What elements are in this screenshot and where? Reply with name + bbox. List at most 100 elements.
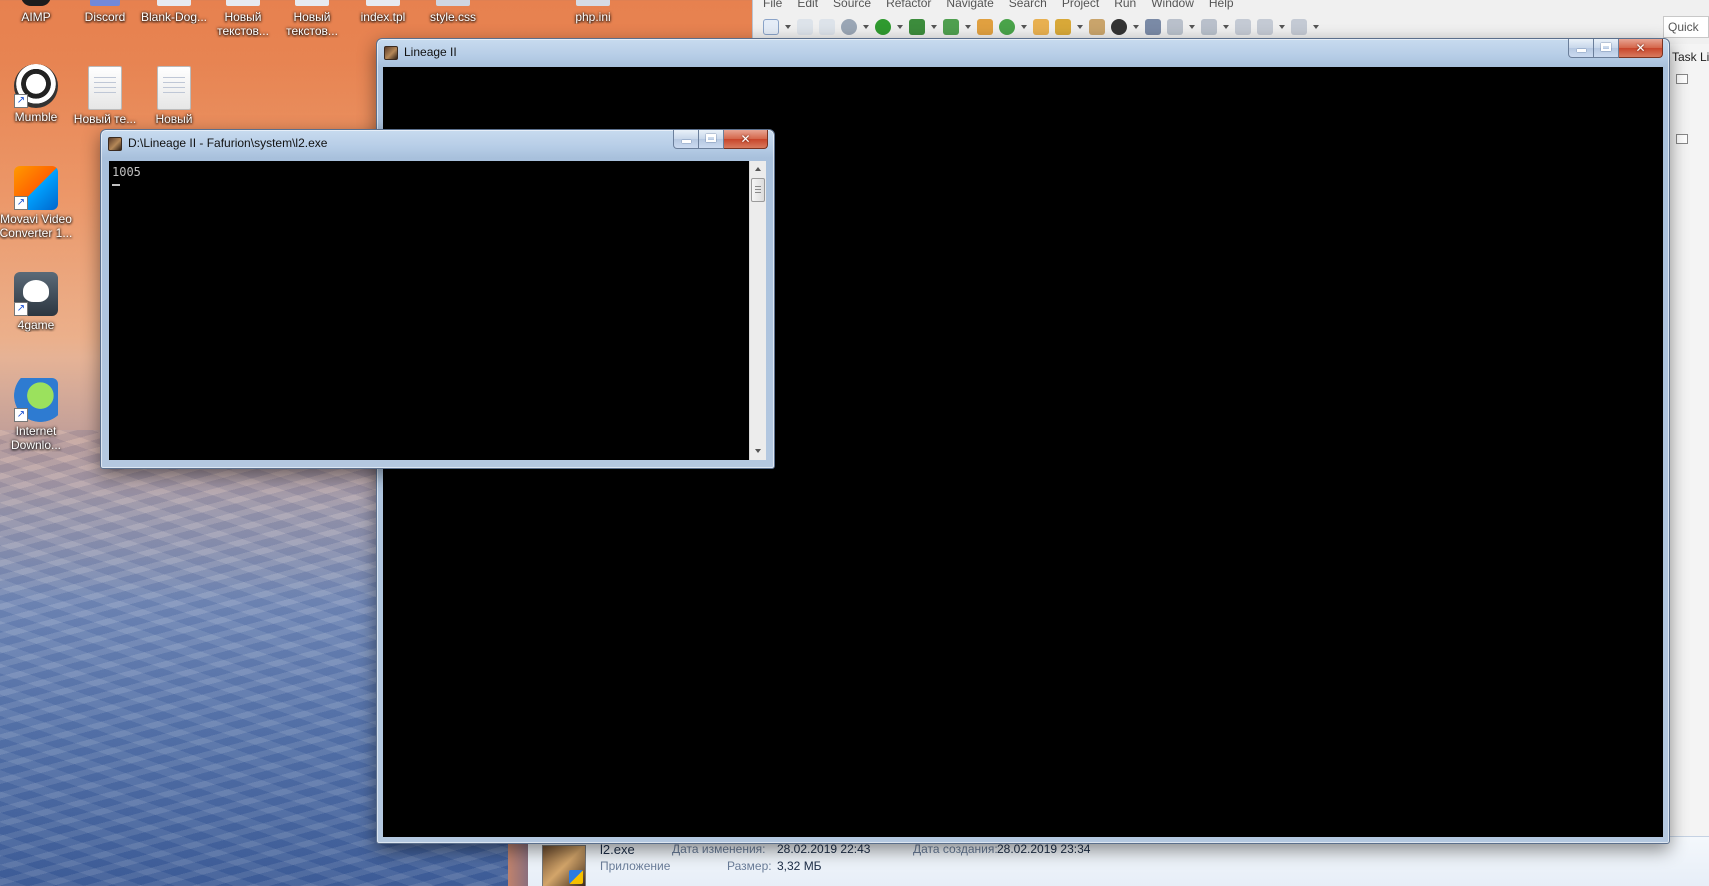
- open-folder-icon[interactable]: [1033, 19, 1049, 35]
- dropdown-icon[interactable]: [1189, 19, 1195, 35]
- menu-project[interactable]: Project: [1062, 0, 1099, 14]
- refresh-icon[interactable]: [999, 19, 1015, 35]
- console-minimize-button[interactable]: [673, 130, 699, 149]
- css-file-icon: [436, 0, 470, 6]
- menu-source[interactable]: Source: [833, 0, 871, 14]
- menu-run[interactable]: Run: [1114, 0, 1136, 14]
- forward-icon[interactable]: [1291, 19, 1307, 35]
- text-file-icon: [88, 66, 122, 110]
- lineage-close-button[interactable]: ✕: [1619, 39, 1663, 58]
- desktop-icon-new-text-2[interactable]: Новый текстов...: [274, 0, 350, 38]
- minimize-view-icon[interactable]: [1676, 74, 1688, 84]
- minimize-icon: [682, 140, 691, 143]
- run-icon[interactable]: [875, 19, 891, 35]
- desktop-icon-blank-dog[interactable]: Blank-Dog...: [136, 0, 212, 24]
- lineage-maximize-button[interactable]: [1594, 39, 1619, 58]
- desktop-icon-label: Discord: [84, 10, 126, 24]
- save-icon[interactable]: [797, 19, 813, 35]
- pin-icon[interactable]: [1145, 19, 1161, 35]
- dropdown-icon[interactable]: [1223, 19, 1229, 35]
- lineage-titlebar[interactable]: Lineage II ✕: [377, 39, 1669, 67]
- desktop-icon-internet-download[interactable]: ↗ Internet Downlo...: [0, 378, 74, 452]
- lineage-minimize-button[interactable]: [1568, 39, 1594, 58]
- console-close-button[interactable]: ✕: [724, 130, 768, 149]
- internet-download-manager-icon: ↗: [14, 378, 58, 422]
- desktop-icon-new-text-3[interactable]: Новый те...: [67, 66, 143, 126]
- desktop-icon-label: Internet Downlo...: [10, 424, 62, 452]
- next-annotation-icon[interactable]: [1201, 19, 1217, 35]
- save-all-icon[interactable]: [819, 19, 835, 35]
- text-file-icon: [295, 0, 329, 6]
- dropdown-icon[interactable]: [1021, 19, 1027, 35]
- menu-edit[interactable]: Edit: [797, 0, 818, 14]
- menu-navigate[interactable]: Navigate: [946, 0, 993, 14]
- menu-help[interactable]: Help: [1209, 0, 1234, 14]
- desktop-icon-movavi[interactable]: ↗ Movavi Video Converter 1...: [0, 166, 74, 240]
- desktop-icon-label: Blank-Dog...: [140, 10, 208, 24]
- menu-window[interactable]: Window: [1151, 0, 1194, 14]
- desktop-icon-mumble[interactable]: ↗ Mumble: [0, 64, 74, 124]
- desktop-icon-label: php.ini: [575, 10, 611, 24]
- close-icon: ✕: [740, 132, 751, 146]
- details-file-type: Приложение: [600, 859, 671, 873]
- desktop-icon-4game[interactable]: ↗ 4game: [0, 272, 74, 332]
- desktop-icon-discord[interactable]: Discord: [67, 0, 143, 24]
- settings-file-icon: [576, 0, 610, 6]
- dropdown-icon[interactable]: [965, 19, 971, 35]
- restore-view-icon[interactable]: [1676, 134, 1688, 144]
- user-icon[interactable]: [1111, 19, 1127, 35]
- debug-icon[interactable]: [841, 19, 857, 35]
- back-icon[interactable]: [1257, 19, 1273, 35]
- ide-side-panel: Task Lis: [1669, 44, 1709, 886]
- dropdown-icon[interactable]: [863, 19, 869, 35]
- desktop-icon-label: Mumble: [14, 110, 58, 124]
- details-file-name: l2.exe: [600, 842, 635, 857]
- dropdown-icon[interactable]: [1133, 19, 1139, 35]
- dropdown-icon[interactable]: [1279, 19, 1285, 35]
- annotation-icon[interactable]: [1167, 19, 1183, 35]
- dropdown-icon[interactable]: [785, 19, 791, 35]
- document-icon: [157, 0, 191, 6]
- text-file-icon: [226, 0, 260, 6]
- package-icon[interactable]: [977, 19, 993, 35]
- console-cursor: [112, 184, 120, 186]
- menu-file[interactable]: File: [763, 0, 782, 14]
- open-type-icon[interactable]: [1089, 19, 1105, 35]
- dropdown-icon[interactable]: [1313, 19, 1319, 35]
- run-config-icon[interactable]: [909, 19, 925, 35]
- desktop-icon-new-text-1[interactable]: Новый текстов...: [205, 0, 281, 38]
- task-list-tab[interactable]: Task Lis: [1672, 50, 1709, 64]
- shortcut-arrow-icon: ↗: [14, 408, 28, 422]
- last-edit-icon[interactable]: [1235, 19, 1251, 35]
- console-titlebar[interactable]: D:\Lineage II - Fafurion\system\l2.exe ✕: [101, 130, 774, 158]
- edit-icon[interactable]: [1055, 19, 1071, 35]
- dropdown-icon[interactable]: [1077, 19, 1083, 35]
- desktop-icon-php-ini[interactable]: php.ini: [555, 0, 631, 24]
- desktop-icon-style-css[interactable]: style.css: [415, 0, 491, 24]
- dropdown-icon[interactable]: [897, 19, 903, 35]
- scroll-thumb[interactable]: [751, 178, 765, 202]
- dropdown-icon[interactable]: [931, 19, 937, 35]
- desktop-icon-new-text-4[interactable]: Новый: [136, 66, 212, 126]
- console-vertical-scrollbar[interactable]: [749, 161, 766, 460]
- scroll-up-arrow-icon[interactable]: [750, 161, 766, 178]
- desktop-icon-label: Новый текстов...: [217, 10, 269, 38]
- desktop-icon-label: Новый: [155, 112, 193, 126]
- console-maximize-button[interactable]: [699, 130, 724, 149]
- console-output-area[interactable]: 1005: [109, 161, 766, 460]
- desktop-icon-aimp[interactable]: AIMP: [0, 0, 74, 24]
- minimize-icon: [1577, 49, 1586, 52]
- scroll-down-arrow-icon[interactable]: [750, 443, 766, 460]
- mumble-icon: ↗: [14, 64, 58, 108]
- external-tools-icon[interactable]: [943, 19, 959, 35]
- desktop-icon-index-tpl[interactable]: index.tpl: [345, 0, 421, 24]
- console-app-icon: [108, 137, 122, 151]
- desktop-icon-label: AIMP: [21, 10, 51, 24]
- console-window[interactable]: D:\Lineage II - Fafurion\system\l2.exe ✕…: [100, 129, 775, 469]
- menu-search[interactable]: Search: [1009, 0, 1047, 14]
- new-icon[interactable]: [763, 19, 779, 35]
- quick-access-input[interactable]: Quick: [1663, 16, 1709, 38]
- aimp-icon: [21, 0, 51, 6]
- menu-refactor[interactable]: Refactor: [886, 0, 931, 14]
- details-size-value: 3,32 МБ: [777, 859, 822, 873]
